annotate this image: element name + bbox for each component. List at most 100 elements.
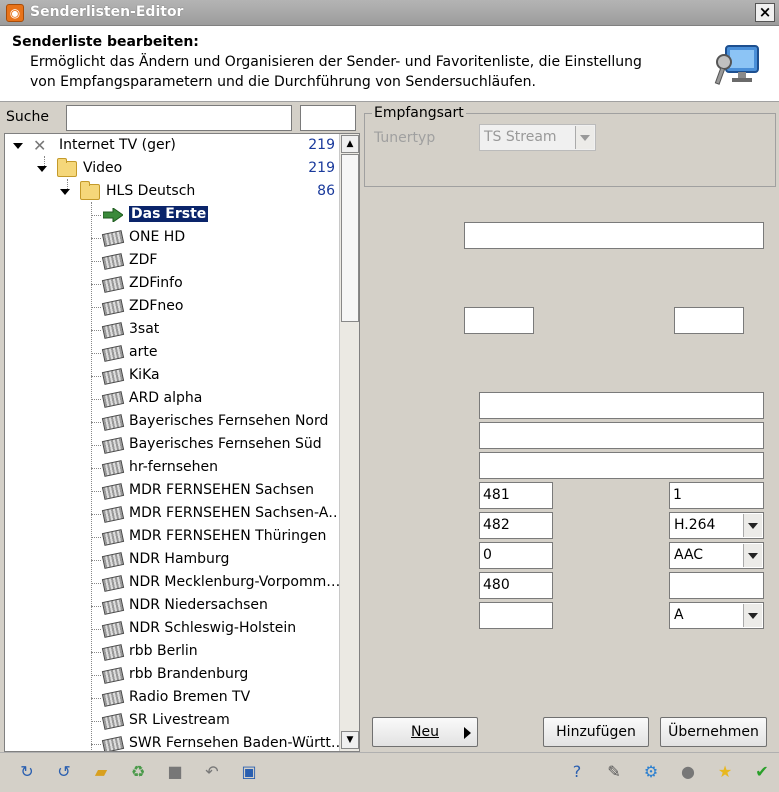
pid-field-482[interactable]: 482 — [479, 512, 553, 539]
channel-item[interactable]: NDR Hamburg — [5, 549, 339, 572]
channel-item[interactable]: ZDFinfo — [5, 273, 339, 296]
channel-item[interactable]: MDR FERNSEHEN Sachsen — [5, 480, 339, 503]
header-title: Senderliste bearbeiten: — [12, 34, 199, 50]
tv-channel-icon — [101, 506, 125, 523]
search-input[interactable] — [66, 105, 292, 131]
channel-item[interactable]: SWR Fernsehen Baden-Württ… — [5, 733, 345, 751]
channel-item[interactable]: MDR FERNSEHEN Thüringen — [5, 526, 339, 549]
url-field-2[interactable] — [479, 422, 764, 449]
tree-node-hls[interactable]: HLS Deutsch 86 — [5, 181, 339, 204]
pid-field-0[interactable]: 0 — [479, 542, 553, 569]
header-panel: Senderliste bearbeiten: Ermöglicht das Ä… — [0, 26, 779, 102]
video-codec-value: H.264 — [674, 517, 716, 533]
tv-channel-icon — [101, 391, 125, 408]
chat-icon[interactable]: ● — [675, 759, 701, 785]
audio-codec-value: AAC — [674, 547, 704, 563]
search-label: Suche — [6, 109, 49, 125]
tuner-type-select[interactable]: TS Stream — [479, 124, 596, 151]
chevron-down-icon[interactable] — [743, 604, 762, 627]
tree-guide — [91, 583, 101, 584]
channel-item[interactable]: NDR Niedersachsen — [5, 595, 339, 618]
undo-icon[interactable]: ↶ — [199, 759, 225, 785]
stop-icon[interactable]: ■ — [162, 759, 188, 785]
scroll-thumb[interactable] — [341, 154, 359, 322]
channel-item[interactable]: hr-fernsehen — [5, 457, 339, 480]
channel-item[interactable]: ONE HD — [5, 227, 339, 250]
channel-item[interactable]: Radio Bremen TV — [5, 687, 339, 710]
param-field-right[interactable] — [674, 307, 744, 334]
mode-select[interactable]: A — [669, 602, 764, 629]
channel-item[interactable]: ZDFneo — [5, 296, 339, 319]
export-icon[interactable]: ↺ — [51, 759, 77, 785]
field-value: 482 — [483, 517, 510, 533]
channel-item[interactable]: Bayerisches Fernsehen Nord — [5, 411, 339, 434]
tree-node-root[interactable]: ✕ Internet TV (ger) 219 — [5, 135, 339, 158]
pid-field-481[interactable]: 481 — [479, 482, 553, 509]
url-field-3[interactable] — [479, 452, 764, 479]
channel-item[interactable]: MDR FERNSEHEN Sachsen-A… — [5, 503, 342, 526]
tree-guide — [91, 606, 101, 607]
favorite-star-icon[interactable]: ★ — [712, 759, 738, 785]
rss-app-icon: ◉ — [6, 4, 24, 22]
channel-item[interactable]: SR Livestream — [5, 710, 339, 733]
channel-tree[interactable]: ✕ Internet TV (ger) 219 Video 219 HLS De… — [4, 133, 360, 752]
mode-value: A — [674, 607, 684, 623]
tree-scrollbar[interactable]: ▲ ▼ — [339, 134, 359, 751]
channel-item[interactable]: rbb Brandenburg — [5, 664, 339, 687]
window-icon[interactable]: ▣ — [236, 759, 262, 785]
channel-label: SR Livestream — [129, 712, 230, 728]
name-field[interactable] — [464, 222, 764, 249]
channel-label: Radio Bremen TV — [129, 689, 251, 705]
url-field-1[interactable] — [479, 392, 764, 419]
chevron-down-icon[interactable] — [575, 126, 594, 149]
audio-codec-select[interactable]: AAC — [669, 542, 764, 569]
channel-item[interactable]: Das Erste — [5, 204, 339, 227]
channel-label: KiKa — [129, 367, 160, 383]
channel-label: 3sat — [129, 321, 160, 337]
channel-item[interactable]: ARD alpha — [5, 388, 339, 411]
chevron-down-icon[interactable] — [743, 514, 762, 537]
scroll-down-button[interactable]: ▼ — [341, 731, 359, 749]
channel-label: NDR Niedersachsen — [129, 597, 268, 613]
channel-item[interactable]: rbb Berlin — [5, 641, 339, 664]
expand-toggle-icon[interactable] — [60, 189, 70, 195]
import-icon[interactable]: ↻ — [14, 759, 40, 785]
channel-item[interactable]: NDR Mecklenburg-Vorpomm… — [5, 572, 340, 595]
scroll-up-button[interactable]: ▲ — [341, 135, 359, 153]
channel-label: MDR FERNSEHEN Thüringen — [129, 528, 327, 544]
new-button[interactable]: Neu — [372, 717, 478, 747]
search-secondary-input[interactable] — [300, 105, 356, 131]
channel-item[interactable]: arte — [5, 342, 339, 365]
channel-label: arte — [129, 344, 158, 360]
tree-guide — [91, 215, 101, 216]
channel-item[interactable]: ZDF — [5, 250, 339, 273]
recycle-icon[interactable]: ♻ — [125, 759, 151, 785]
number-field-1[interactable]: 1 — [669, 482, 764, 509]
empty-small-field[interactable] — [479, 602, 553, 629]
video-codec-select[interactable]: H.264 — [669, 512, 764, 539]
confirm-check-icon[interactable]: ✔ — [749, 759, 775, 785]
channel-item[interactable]: 3sat — [5, 319, 339, 342]
new-folder-icon[interactable]: ▰ — [88, 759, 114, 785]
tree-guide — [91, 376, 101, 377]
tree-guide — [91, 468, 101, 469]
chevron-down-icon[interactable] — [743, 544, 762, 567]
channel-item[interactable]: Bayerisches Fernsehen Süd — [5, 434, 339, 457]
channel-item[interactable]: NDR Schleswig-Holstein — [5, 618, 339, 641]
close-button[interactable]: × — [755, 3, 775, 22]
tree-guide — [91, 698, 101, 699]
add-button[interactable]: Hinzufügen — [543, 717, 649, 747]
tree-guide — [91, 514, 101, 515]
empty-field[interactable] — [669, 572, 764, 599]
tree-node-video[interactable]: Video 219 — [5, 158, 339, 181]
gear-icon[interactable]: ⚙ — [638, 759, 664, 785]
expand-toggle-icon[interactable] — [37, 166, 47, 172]
help-icon[interactable]: ? — [564, 759, 590, 785]
channel-item[interactable]: KiKa — [5, 365, 339, 388]
edit-icon[interactable]: ✎ — [601, 759, 627, 785]
pid-field-480[interactable]: 480 — [479, 572, 553, 599]
param-field-left[interactable] — [464, 307, 534, 334]
apply-button[interactable]: Übernehmen — [660, 717, 767, 747]
expand-toggle-icon[interactable] — [13, 143, 23, 149]
current-arrow-icon — [103, 208, 123, 222]
